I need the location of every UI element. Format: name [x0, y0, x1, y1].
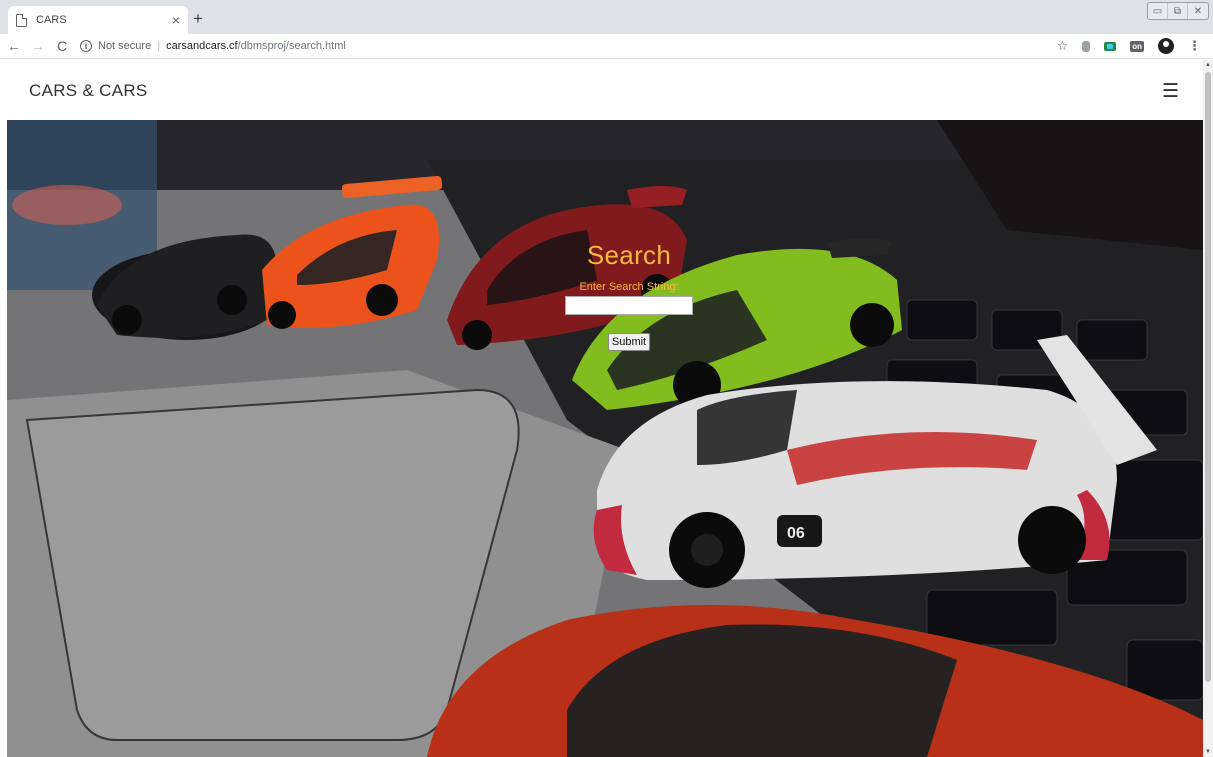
forward-button[interactable]: →	[28, 38, 48, 54]
url-path: /dbmsproj/search.html	[237, 40, 346, 52]
back-button[interactable]: ←	[4, 38, 24, 54]
address-bar[interactable]: i Not secure | carsandcars.cf /dbmsproj/…	[80, 36, 1057, 57]
browser-tab[interactable]: CARS ×	[8, 6, 188, 34]
site-brand[interactable]: CARS & CARS	[29, 81, 148, 101]
info-icon[interactable]: i	[80, 40, 92, 52]
url-separator: |	[157, 40, 161, 52]
security-status: Not secure	[98, 40, 152, 52]
hamburger-menu-icon[interactable]: ☰	[1162, 80, 1179, 103]
toolbar-actions: ☆ on ⋮	[1057, 38, 1201, 54]
extension-green-icon[interactable]	[1104, 41, 1117, 51]
url-host: carsandcars.cf	[166, 40, 238, 52]
browser-toolbar: ← → C i Not secure | carsandcars.cf /dbm…	[0, 34, 1213, 59]
scroll-thumb[interactable]	[1205, 72, 1211, 682]
new-tab-button[interactable]: +	[193, 10, 203, 27]
profile-avatar-icon[interactable]	[1158, 38, 1174, 54]
reload-button[interactable]: C	[52, 38, 72, 54]
close-window-button[interactable]: ✕	[1188, 3, 1208, 19]
hero-background: 06 Search Enter Search String: Submit	[7, 120, 1203, 757]
window-controls: ▭ ⧉ ✕	[1147, 2, 1209, 20]
scroll-up-icon[interactable]: ▲	[1203, 60, 1213, 70]
bookmark-star-icon[interactable]: ☆	[1057, 38, 1069, 54]
search-panel: Search Enter Search String: Submit	[539, 240, 719, 351]
page-icon	[16, 13, 27, 27]
close-tab-icon[interactable]: ×	[172, 13, 180, 27]
scroll-down-icon[interactable]: ▼	[1203, 747, 1213, 757]
search-input[interactable]	[565, 296, 693, 315]
web-page: CARS & CARS ☰ 06 Search Enter Search Str…	[0, 60, 1213, 757]
page-scrollbar[interactable]: ▲ ▼	[1203, 60, 1213, 757]
tab-title: CARS	[36, 14, 67, 26]
browser-menu-icon[interactable]: ⋮	[1188, 38, 1201, 54]
hero-photo: 06	[7, 120, 1203, 757]
search-title: Search	[586, 240, 672, 270]
extension-on-icon[interactable]: on	[1130, 40, 1144, 52]
search-label: Enter Search String:	[579, 281, 679, 293]
browser-tabstrip: CARS × + ▭ ⧉ ✕	[0, 0, 1213, 34]
restore-button[interactable]: ⧉	[1168, 3, 1188, 19]
site-header: CARS & CARS ☰	[0, 60, 1203, 120]
minimize-button[interactable]: ▭	[1148, 3, 1168, 19]
extension-gray-icon[interactable]	[1082, 40, 1091, 52]
submit-button[interactable]: Submit	[608, 333, 650, 351]
